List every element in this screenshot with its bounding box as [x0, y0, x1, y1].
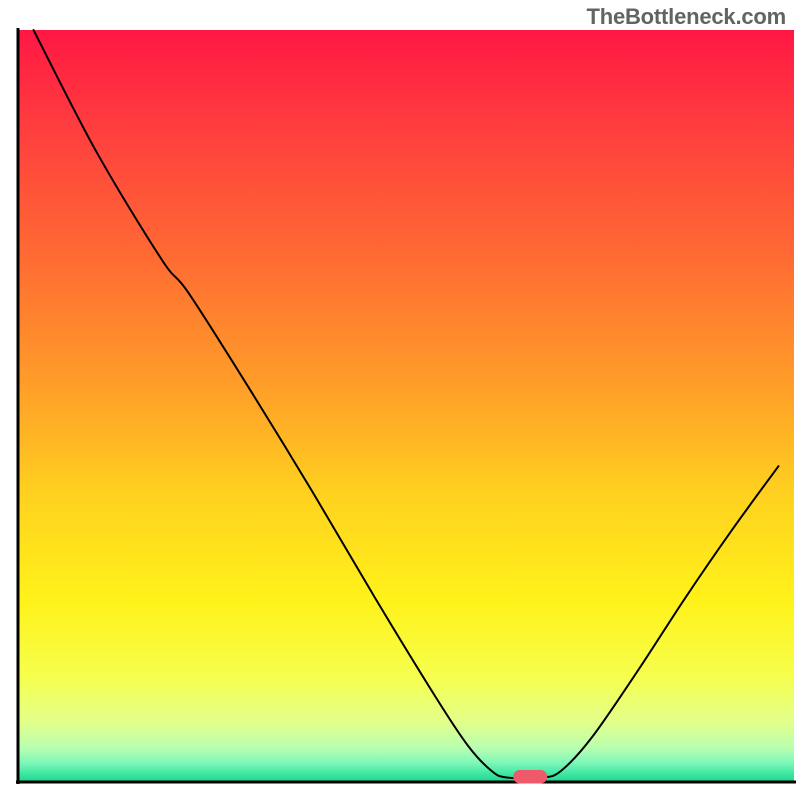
chart-container: TheBottleneck.com — [0, 0, 800, 800]
bottleneck-chart — [0, 0, 800, 800]
plot-background — [18, 30, 794, 782]
watermark-text: TheBottleneck.com — [586, 4, 786, 30]
optimal-point-marker — [513, 770, 547, 784]
